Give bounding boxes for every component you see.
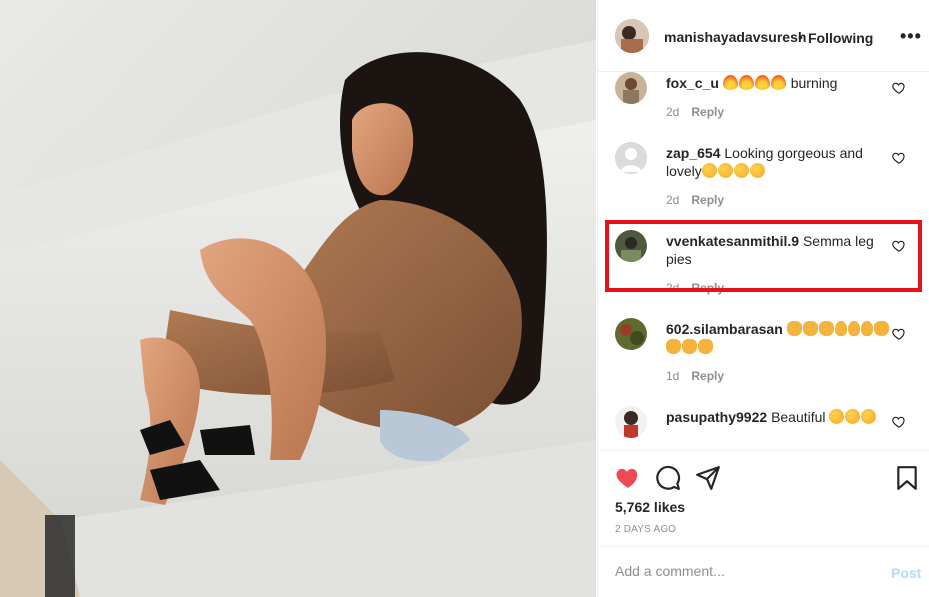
kiss-emoji	[749, 163, 765, 178]
comment-body: burning	[790, 75, 838, 91]
heart-eyes-emoji	[829, 409, 845, 424]
author-avatar-image	[615, 19, 649, 53]
clap-emoji	[818, 321, 834, 336]
highlight-box	[605, 220, 922, 292]
more-options-icon[interactable]: •••	[900, 26, 922, 47]
commenter-avatar[interactable]	[615, 142, 647, 174]
author-username[interactable]: manishayadavsuresh	[664, 29, 806, 45]
commenter-avatar-image	[615, 72, 647, 104]
clap-emoji	[666, 339, 681, 354]
comment-username[interactable]: 602.silambarasan	[666, 321, 783, 337]
reply-button[interactable]: Reply	[691, 193, 724, 207]
ok-hand-emoji	[847, 321, 860, 336]
like-icon[interactable]	[615, 465, 641, 489]
comments-list[interactable]: fox_c_u burning 2d Reply zap_654 Looking …	[598, 72, 929, 450]
post-details-panel: manishayadavsuresh • Following ••• fox_c…	[597, 0, 929, 597]
author-avatar[interactable]	[615, 19, 649, 53]
clap-emoji	[802, 321, 818, 336]
post-timestamp: 2 DAYS AGO	[615, 524, 677, 535]
comment-input[interactable]	[615, 563, 855, 579]
comment-like-icon[interactable]	[892, 81, 906, 95]
kiss-emoji	[701, 163, 717, 178]
post-photo-image	[0, 0, 596, 597]
comment-meta: 2d Reply	[666, 193, 724, 207]
kiss-emoji	[733, 163, 749, 178]
ok-hand-emoji	[860, 321, 873, 336]
comment-meta: 2d Reply	[666, 105, 724, 119]
comment-text: 602.silambarasan	[666, 320, 890, 356]
commenter-avatar[interactable]	[615, 72, 647, 104]
comment-icon[interactable]	[655, 465, 681, 491]
comment-text: fox_c_u burning	[666, 74, 890, 92]
kiss-emoji	[717, 163, 733, 178]
save-icon[interactable]	[896, 465, 918, 491]
fire-emoji	[770, 75, 786, 90]
heart-eyes-emoji	[845, 409, 861, 424]
commenter-avatar-image	[615, 318, 647, 350]
clap-emoji	[873, 321, 889, 336]
commenter-avatar-image	[615, 406, 647, 438]
commenter-avatar[interactable]	[615, 318, 647, 350]
comment-username[interactable]: zap_654	[666, 145, 720, 161]
comment-like-icon[interactable]	[892, 327, 906, 341]
fire-emoji	[754, 75, 770, 90]
comment-age: 2d	[666, 193, 680, 207]
ok-hand-emoji	[834, 321, 847, 336]
post-photo[interactable]	[0, 0, 596, 597]
post-comment-button[interactable]: Post	[891, 565, 921, 581]
clap-emoji	[682, 339, 697, 354]
comment-meta: 1d Reply	[666, 369, 724, 383]
comment-age: 1d	[666, 369, 680, 383]
reply-button[interactable]: Reply	[691, 105, 724, 119]
post-actions: 5,762 likes 2 DAYS AGO Post	[598, 450, 929, 597]
comment-age: 2d	[666, 105, 680, 119]
share-icon[interactable]	[695, 465, 721, 491]
post-header: manishayadavsuresh • Following •••	[598, 0, 929, 72]
comment-username[interactable]: fox_c_u	[666, 75, 719, 91]
fire-emoji	[738, 75, 754, 90]
header-separator: •	[798, 29, 803, 45]
fire-emoji	[722, 75, 738, 90]
reply-button[interactable]: Reply	[691, 369, 724, 383]
heart-eyes-emoji	[861, 409, 877, 424]
commenter-avatar[interactable]	[615, 406, 647, 438]
comment-like-icon[interactable]	[892, 415, 906, 429]
comment-like-icon[interactable]	[892, 151, 906, 165]
like-count[interactable]: 5,762 likes	[615, 499, 685, 515]
comment-username[interactable]: pasupathy9922	[666, 409, 767, 425]
comment-body: Beautiful	[771, 409, 826, 425]
clap-emoji	[698, 339, 713, 354]
comment-text: zap_654 Looking gorgeous and lovely	[666, 144, 890, 180]
default-avatar-icon	[615, 142, 647, 174]
following-button[interactable]: Following	[808, 30, 873, 46]
add-comment-bar: Post	[598, 546, 929, 597]
comment-text: pasupathy9922 Beautiful	[666, 408, 890, 426]
clap-emoji	[786, 321, 802, 336]
